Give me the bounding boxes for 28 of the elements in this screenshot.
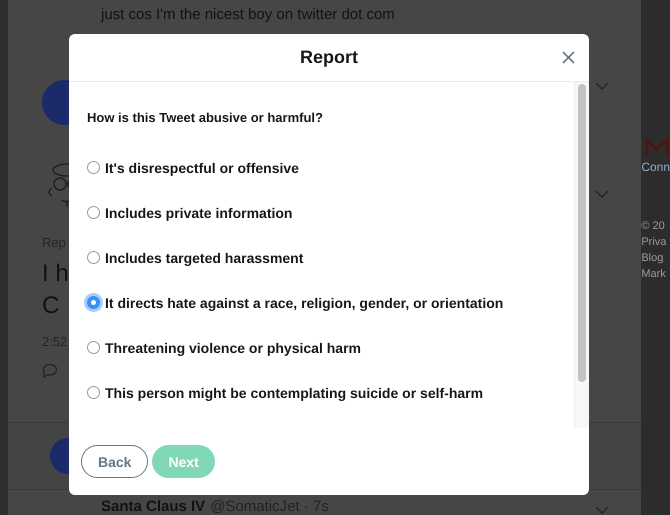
chevron-down-icon[interactable] [594,506,609,514]
footer-link[interactable]: Blog [641,252,664,264]
chevron-down-icon[interactable] [594,82,609,90]
sidebar-link[interactable]: Conn [641,160,670,174]
footer-link[interactable]: © 20 [641,220,665,232]
footer-link[interactable]: Mark [641,268,666,280]
footer-link[interactable]: Priva [641,236,666,248]
back-button[interactable]: Back [81,445,148,478]
radio-button[interactable] [87,251,100,264]
m-logo-icon [645,138,670,156]
radio-button[interactable] [87,161,100,174]
report-option[interactable]: It directs hate against a race, religion, gender, or orientation [87,280,556,326]
report-option[interactable]: This person might be contemplating suicide or self-harm [87,370,556,416]
scrollbar-thumb[interactable] [578,84,586,382]
report-option[interactable]: Threatening violence or physical harm [87,325,556,370]
radio-button[interactable] [87,296,100,310]
dialog-title: Report [300,47,358,68]
chevron-down-icon[interactable] [594,190,609,198]
close-icon[interactable] [562,51,575,64]
report-option[interactable]: Includes private information [87,190,556,236]
radio-button[interactable] [87,206,100,220]
radio-button[interactable] [87,386,100,400]
speech-bubble-icon[interactable] [42,362,58,378]
report-option[interactable]: Includes targeted harassment [87,235,556,280]
scrollbar[interactable] [574,82,589,428]
radio-button[interactable] [87,341,100,354]
report-option[interactable]: It's disrespectful or offensive [87,145,556,190]
question-text: How is this Tweet abusive or harmful? [87,110,324,126]
